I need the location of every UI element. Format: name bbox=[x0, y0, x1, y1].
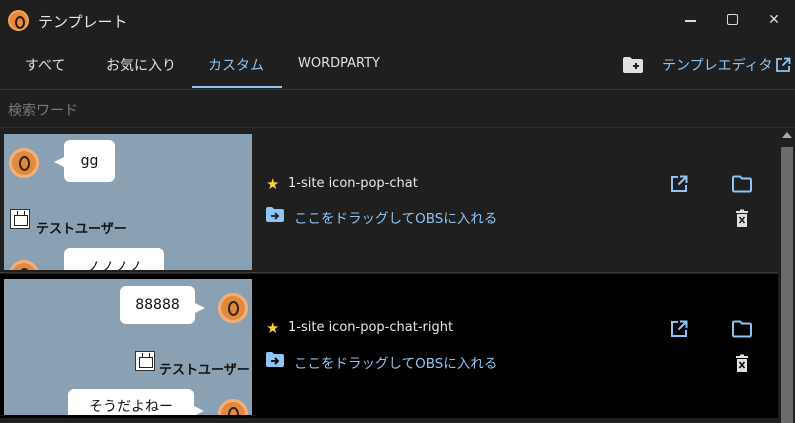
tab-custom[interactable]: カスタム bbox=[208, 55, 264, 75]
chat-bubble: gg bbox=[54, 140, 115, 182]
open-external-icon[interactable] bbox=[669, 319, 689, 339]
template-preview: gg テストユーザー ノノノノ bbox=[4, 134, 252, 270]
template-row[interactable]: gg テストユーザー ノノノノ ★ 1-site icon-pop-chat こ… bbox=[0, 129, 778, 273]
template-name: 1-site icon-pop-chat bbox=[288, 176, 418, 191]
open-external-icon[interactable] bbox=[669, 174, 689, 194]
username: テストユーザー bbox=[159, 363, 250, 378]
delete-icon[interactable] bbox=[733, 209, 753, 229]
drag-to-obs-icon[interactable] bbox=[266, 207, 284, 222]
avatar bbox=[218, 399, 248, 415]
template-editor-link[interactable]: テンプレエディタ bbox=[662, 55, 773, 75]
drag-to-obs-icon[interactable] bbox=[266, 352, 284, 367]
star-icon[interactable]: ★ bbox=[266, 320, 282, 336]
search-input[interactable] bbox=[8, 99, 768, 121]
chat-bubble: ノノノノ bbox=[64, 248, 164, 270]
tab-all[interactable]: すべて bbox=[25, 55, 65, 75]
avatar bbox=[9, 148, 39, 178]
folder-icon[interactable] bbox=[732, 319, 752, 339]
star-icon[interactable]: ★ bbox=[266, 176, 282, 192]
tab-bar: すべて お気に入り カスタム WORDPARTY テンプレエディタ bbox=[0, 40, 795, 90]
close-button[interactable]: ✕ bbox=[764, 9, 784, 31]
window-title: テンプレート bbox=[38, 13, 128, 31]
folder-icon[interactable] bbox=[732, 174, 752, 194]
tv-icon bbox=[135, 351, 155, 371]
search-bar bbox=[0, 90, 795, 128]
maximize-icon[interactable] bbox=[727, 14, 738, 25]
open-external-icon[interactable] bbox=[775, 57, 791, 73]
minimize-icon[interactable] bbox=[685, 20, 696, 22]
template-row[interactable]: 88888 テストユーザー そうだよねー ★ 1-site icon-pop-c… bbox=[0, 274, 778, 418]
tab-wordparty[interactable]: WORDPARTY bbox=[298, 56, 380, 71]
tab-favorites[interactable]: お気に入り bbox=[106, 55, 176, 75]
folder-add-icon[interactable] bbox=[623, 57, 643, 73]
template-list: gg テストユーザー ノノノノ ★ 1-site icon-pop-chat こ… bbox=[0, 129, 778, 423]
template-name: 1-site icon-pop-chat-right bbox=[288, 320, 454, 335]
chat-bubble: 88888 bbox=[120, 286, 205, 324]
delete-icon[interactable] bbox=[733, 354, 753, 374]
avatar bbox=[218, 293, 248, 323]
chat-bubble: そうだよねー bbox=[68, 389, 204, 415]
title-bar: テンプレート ✕ bbox=[0, 0, 795, 40]
scrollbar-thumb[interactable] bbox=[781, 147, 793, 423]
drag-to-obs-label[interactable]: ここをドラッグしてOBSに入れる bbox=[294, 352, 497, 372]
app-logo-icon bbox=[8, 10, 29, 31]
avatar bbox=[9, 260, 39, 270]
active-tab-indicator bbox=[192, 86, 282, 88]
username: テストユーザー bbox=[36, 222, 127, 237]
drag-to-obs-label[interactable]: ここをドラッグしてOBSに入れる bbox=[294, 207, 497, 227]
scroll-up-arrow-icon[interactable] bbox=[782, 132, 792, 138]
template-preview: 88888 テストユーザー そうだよねー bbox=[4, 279, 252, 415]
tv-icon bbox=[10, 209, 30, 229]
